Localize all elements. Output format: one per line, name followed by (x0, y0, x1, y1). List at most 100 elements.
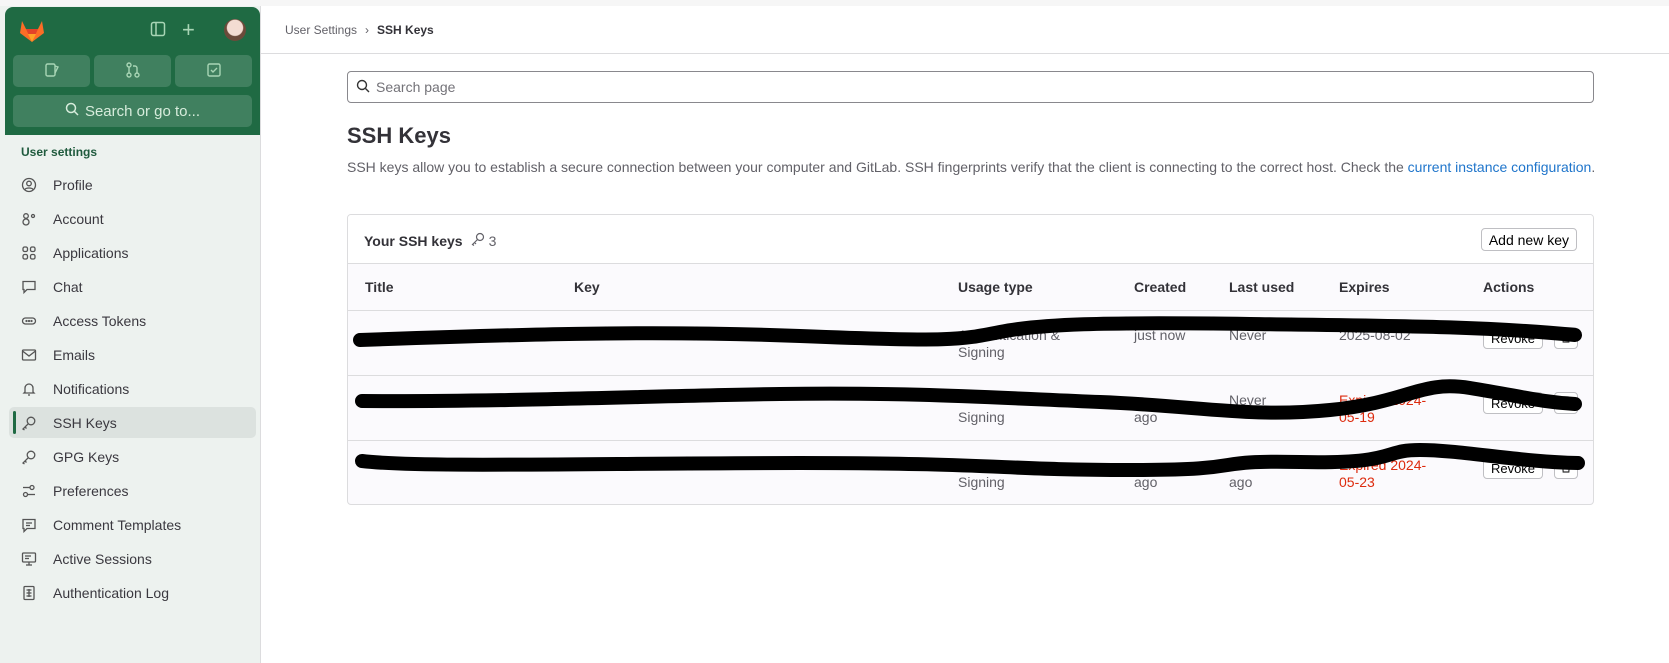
usage-type: Signing (958, 392, 1005, 426)
search-page-input[interactable]: Search page (347, 71, 1594, 103)
key-icon (21, 415, 37, 431)
delete-button[interactable] (1554, 392, 1578, 414)
sidebar-item-label: Active Sessions (53, 550, 152, 567)
merge-request-icon (125, 61, 140, 81)
table-header: Title Key Usage type Created Last used E… (348, 264, 1593, 311)
usage-type-line2: Signing (958, 474, 1005, 490)
sidebar-item-applications[interactable]: Applications (9, 237, 256, 268)
breadcrumb-ssh-keys[interactable]: SSH Keys (377, 23, 434, 37)
table-row: Authentication & Signing just now Never 2025… (348, 311, 1593, 376)
last-used: Never (1229, 327, 1267, 343)
sidebar-item-label: Preferences (53, 482, 129, 499)
key-icon (471, 232, 485, 249)
sidebar-item-label: Comment Templates (53, 516, 182, 533)
mail-icon (21, 347, 37, 363)
breadcrumb-user-settings[interactable]: User Settings (285, 23, 357, 37)
key-count: 3 (471, 232, 497, 249)
table-row: Signing ago ago Expired 2024-05-23 Revoke (348, 441, 1593, 504)
expires: Expired 2024-05-19 (1339, 392, 1427, 425)
sidebar-item-label: Profile (53, 176, 93, 193)
sidebar-item-notifications[interactable]: Notifications (9, 373, 256, 404)
preferences-icon (21, 483, 37, 499)
add-new-key-button[interactable]: Add new key (1480, 228, 1577, 251)
trash-icon (1560, 330, 1572, 346)
column-last-used: Last used (1229, 279, 1295, 295)
usage-type-line2: Signing (958, 344, 1005, 360)
sidebar-item-emails[interactable]: Emails (9, 339, 256, 370)
sidebar-item-label: Account (53, 210, 104, 227)
comment-icon (21, 517, 37, 533)
description-text: SSH keys allow you to establish a secure… (347, 159, 1408, 175)
sidebar-item-profile[interactable]: Profile (9, 169, 256, 200)
description-end: . (1591, 159, 1596, 175)
ssh-keys-card: Your SSH keys 3 Add new key Title Key Us… (347, 214, 1594, 505)
sidebar-item-label: Emails (53, 346, 96, 363)
search-icon (65, 102, 79, 120)
sidebar-item-chat[interactable]: Chat (9, 271, 256, 302)
sidebar-item-label: Chat (53, 278, 83, 295)
todo-icon (206, 62, 221, 80)
sidebar-item-label: GPG Keys (53, 448, 120, 465)
sidebar-item-comment-templates[interactable]: Comment Templates (9, 509, 256, 540)
column-expires: Expires (1339, 279, 1390, 295)
last-used: ago (1229, 474, 1253, 490)
column-actions: Actions (1483, 279, 1535, 295)
plus-icon[interactable]: + (182, 17, 195, 43)
sidebar-item-preferences[interactable]: Preferences (9, 475, 256, 506)
expires: 2025-08-02 (1339, 327, 1411, 343)
avatar[interactable] (224, 19, 246, 41)
created: just now (1134, 327, 1186, 343)
sidebar-item-label: Access Tokens (53, 312, 147, 329)
sidebar-item-label: Applications (53, 244, 129, 261)
table-row: Signing ago Never Expired 2024-05-19 Revoke (348, 376, 1593, 441)
delete-button[interactable] (1554, 457, 1578, 479)
sidebar-item-authentication-log[interactable]: Authentication Log (9, 577, 256, 608)
expires: Expired 2024-05-23 (1339, 457, 1427, 490)
column-created: Created (1134, 279, 1187, 295)
sidebar-toggle-icon[interactable] (150, 21, 166, 42)
card-title-text: Your SSH keys (364, 232, 463, 249)
search-icon (356, 79, 370, 96)
sidebar-section-title: User settings (21, 145, 98, 159)
bell-icon (21, 381, 37, 397)
key-icon (21, 449, 37, 465)
sidebar-item-ssh-keys[interactable]: SSH Keys (9, 407, 256, 438)
delete-button[interactable] (1554, 327, 1578, 349)
revoke-button[interactable]: Revoke (1483, 392, 1543, 414)
key-count-value: 3 (488, 232, 497, 249)
sidebar-item-gpg-keys[interactable]: GPG Keys (9, 441, 256, 472)
usage-type: Authentication & Signing (958, 327, 1060, 361)
monitor-icon (21, 551, 37, 567)
sidebar-item-label: Notifications (53, 380, 130, 397)
usage-type-line1: Authentication & (958, 327, 1060, 343)
current-instance-configuration-link[interactable]: current instance configuration (1408, 159, 1592, 175)
sidebar: + Search or go to... User settings Profi… (0, 6, 261, 663)
sidebar-item-label: SSH Keys (53, 414, 117, 431)
gitlab-logo-icon[interactable] (19, 19, 45, 43)
card-title: Your SSH keys 3 (364, 232, 496, 249)
issues-button[interactable] (13, 55, 90, 87)
sidebar-item-active-sessions[interactable]: Active Sessions (9, 543, 256, 574)
account-icon (21, 211, 37, 227)
search-or-go-to-label: Search or go to... (84, 102, 201, 120)
sidebar-item-account[interactable]: Account (9, 203, 256, 234)
page-title: SSH Keys (347, 123, 451, 148)
todo-button[interactable] (175, 55, 252, 87)
usage-type-line2: Signing (958, 409, 1005, 425)
profile-icon (21, 177, 37, 193)
card-header: Your SSH keys 3 Add new key (348, 215, 1593, 264)
issues-icon (44, 62, 59, 80)
usage-type: Signing (958, 457, 1005, 491)
revoke-button[interactable]: Revoke (1483, 327, 1543, 349)
column-usage-type: Usage type (958, 279, 1033, 295)
token-icon (21, 313, 37, 329)
revoke-button[interactable]: Revoke (1483, 457, 1543, 479)
search-or-go-to-button[interactable]: Search or go to... (13, 95, 252, 127)
sidebar-item-access-tokens[interactable]: Access Tokens (9, 305, 256, 336)
created: ago (1134, 409, 1158, 425)
breadcrumb-separator: › (365, 22, 370, 37)
merge-requests-button[interactable] (94, 55, 171, 87)
page-description: SSH keys allow you to establish a secure… (347, 156, 1597, 178)
trash-icon (1560, 460, 1572, 476)
trash-icon (1560, 395, 1572, 411)
